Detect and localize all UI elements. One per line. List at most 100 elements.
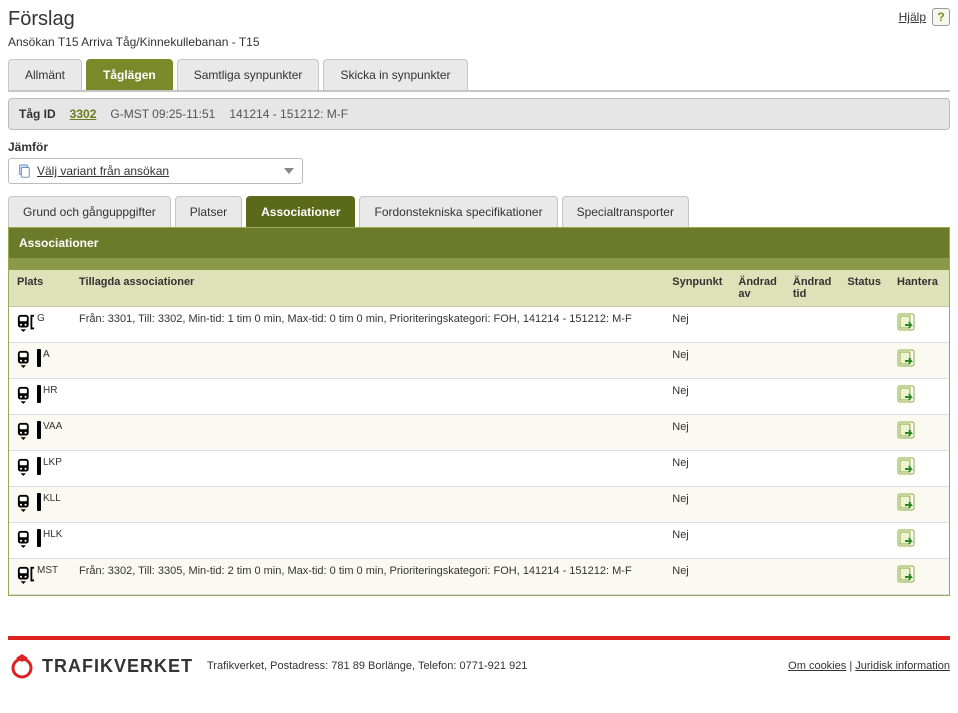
main-tabs: Allmänt Tåglägen Samtliga synpunkter Ski… bbox=[8, 59, 950, 92]
plats-code: HR bbox=[43, 385, 57, 396]
plats-code: LKP bbox=[43, 457, 62, 468]
stop-bar-icon bbox=[37, 349, 41, 367]
subtab-fordonstekniska[interactable]: Fordonstekniska specifikationer bbox=[359, 196, 557, 227]
synpunkt-value: Nej bbox=[664, 487, 730, 523]
copy-icon bbox=[17, 164, 31, 178]
train-icon bbox=[17, 529, 35, 552]
train-icon bbox=[17, 349, 35, 372]
tab-skicka-synpunkter[interactable]: Skicka in synpunkter bbox=[323, 59, 467, 90]
hantera-button[interactable] bbox=[897, 466, 915, 478]
route-time: G-MST 09:25-11:51 bbox=[110, 107, 215, 121]
tab-taglagen[interactable]: Tåglägen bbox=[86, 59, 173, 90]
table-row: LKP Nej bbox=[9, 451, 949, 487]
chevron-down-icon bbox=[284, 168, 294, 174]
hantera-button[interactable] bbox=[897, 394, 915, 406]
help-icon[interactable]: ? bbox=[932, 8, 950, 26]
train-icon bbox=[17, 457, 35, 480]
table-row: HRNej bbox=[9, 379, 949, 415]
associations-table: Plats Tillagda associationer Synpunkt Än… bbox=[9, 270, 949, 595]
andrad-tid-value bbox=[785, 415, 840, 451]
footer-address: Trafikverket, Postadress: 781 89 Borläng… bbox=[207, 660, 527, 672]
hantera-button[interactable] bbox=[897, 322, 915, 334]
stop-bar-icon bbox=[37, 385, 41, 403]
plats-code: VAA bbox=[43, 421, 62, 432]
cookies-link[interactable]: Om cookies bbox=[788, 660, 846, 672]
hantera-button[interactable] bbox=[897, 358, 915, 370]
andrad-tid-value bbox=[785, 379, 840, 415]
hantera-button[interactable] bbox=[897, 538, 915, 550]
train-icon bbox=[17, 565, 35, 588]
table-row: MST Från: 3302, Till: 3305, Min-tid: 2 ti… bbox=[9, 559, 949, 595]
synpunkt-value: Nej bbox=[664, 451, 730, 487]
plats-code: A bbox=[43, 349, 50, 360]
th-hantera: Hantera bbox=[889, 270, 949, 307]
andrad-av-value bbox=[730, 307, 785, 343]
subtab-associationer[interactable]: Associationer bbox=[246, 196, 355, 227]
table-row: HLK Nej bbox=[9, 523, 949, 559]
tab-allmant[interactable]: Allmänt bbox=[8, 59, 82, 90]
train-icon bbox=[17, 313, 35, 336]
compare-dropdown[interactable]: Välj variant från ansökan bbox=[8, 158, 303, 184]
hantera-button[interactable] bbox=[897, 574, 915, 586]
stop-bar-icon bbox=[37, 493, 41, 511]
page-title: Förslag bbox=[8, 8, 75, 31]
stop-bar-icon bbox=[37, 457, 41, 475]
subtab-specialtransporter[interactable]: Specialtransporter bbox=[562, 196, 689, 227]
tab-samtliga-synpunkter[interactable]: Samtliga synpunkter bbox=[177, 59, 320, 90]
tag-id-label: Tåg ID bbox=[19, 107, 56, 121]
synpunkt-value: Nej bbox=[664, 523, 730, 559]
andrad-av-value bbox=[730, 559, 785, 595]
synpunkt-value: Nej bbox=[664, 343, 730, 379]
page-subtitle: Ansökan T15 Arriva Tåg/Kinnekullebanan -… bbox=[8, 35, 950, 49]
andrad-tid-value bbox=[785, 559, 840, 595]
association-text bbox=[71, 451, 664, 487]
subtab-platser[interactable]: Platser bbox=[175, 196, 242, 227]
footer: TRAFIKVERKET Trafikverket, Postadress: 7… bbox=[8, 636, 950, 680]
synpunkt-value: Nej bbox=[664, 415, 730, 451]
sub-tabs: Grund och gånguppgifter Platser Associat… bbox=[8, 196, 950, 227]
th-andrad-av: Ändrad av bbox=[730, 270, 785, 307]
andrad-tid-value bbox=[785, 343, 840, 379]
legal-link[interactable]: Juridisk information bbox=[855, 660, 950, 672]
andrad-av-value bbox=[730, 487, 785, 523]
andrad-tid-value bbox=[785, 307, 840, 343]
status-value bbox=[839, 307, 889, 343]
plats-code: MST bbox=[37, 565, 58, 576]
brand-text: TRAFIKVERKET bbox=[42, 656, 193, 677]
th-plats: Plats bbox=[9, 270, 71, 307]
hantera-button[interactable] bbox=[897, 430, 915, 442]
help-link[interactable]: Hjälp bbox=[899, 10, 926, 24]
compare-label: Jämför bbox=[8, 140, 950, 154]
status-value bbox=[839, 523, 889, 559]
subtab-grund[interactable]: Grund och gånguppgifter bbox=[8, 196, 171, 227]
andrad-av-value bbox=[730, 451, 785, 487]
association-text bbox=[71, 379, 664, 415]
status-value bbox=[839, 559, 889, 595]
compare-dropdown-text: Välj variant från ansökan bbox=[37, 164, 169, 178]
andrad-av-value bbox=[730, 415, 785, 451]
crown-icon bbox=[8, 652, 36, 680]
table-row: A Nej bbox=[9, 343, 949, 379]
andrad-tid-value bbox=[785, 451, 840, 487]
table-row: KLLNej bbox=[9, 487, 949, 523]
train-number-link[interactable]: 3302 bbox=[70, 107, 97, 121]
hantera-button[interactable] bbox=[897, 502, 915, 514]
andrad-av-value bbox=[730, 343, 785, 379]
synpunkt-value: Nej bbox=[664, 307, 730, 343]
andrad-av-value bbox=[730, 523, 785, 559]
train-infobar: Tåg ID 3302 G-MST 09:25-11:51 141214 - 1… bbox=[8, 98, 950, 130]
train-icon bbox=[17, 385, 35, 408]
th-tillagda: Tillagda associationer bbox=[71, 270, 664, 307]
andrad-tid-value bbox=[785, 523, 840, 559]
status-value bbox=[839, 379, 889, 415]
association-text: Från: 3302, Till: 3305, Min-tid: 2 tim 0… bbox=[71, 559, 664, 595]
train-icon bbox=[17, 493, 35, 516]
brand-logo: TRAFIKVERKET bbox=[8, 652, 193, 680]
plats-code: HLK bbox=[43, 529, 62, 540]
table-row: VAA Nej bbox=[9, 415, 949, 451]
date-days: 141214 - 151212: M-F bbox=[229, 107, 348, 121]
panel-title: Associationer bbox=[9, 228, 949, 270]
status-value bbox=[839, 487, 889, 523]
stop-bar-icon bbox=[37, 529, 41, 547]
association-text bbox=[71, 415, 664, 451]
